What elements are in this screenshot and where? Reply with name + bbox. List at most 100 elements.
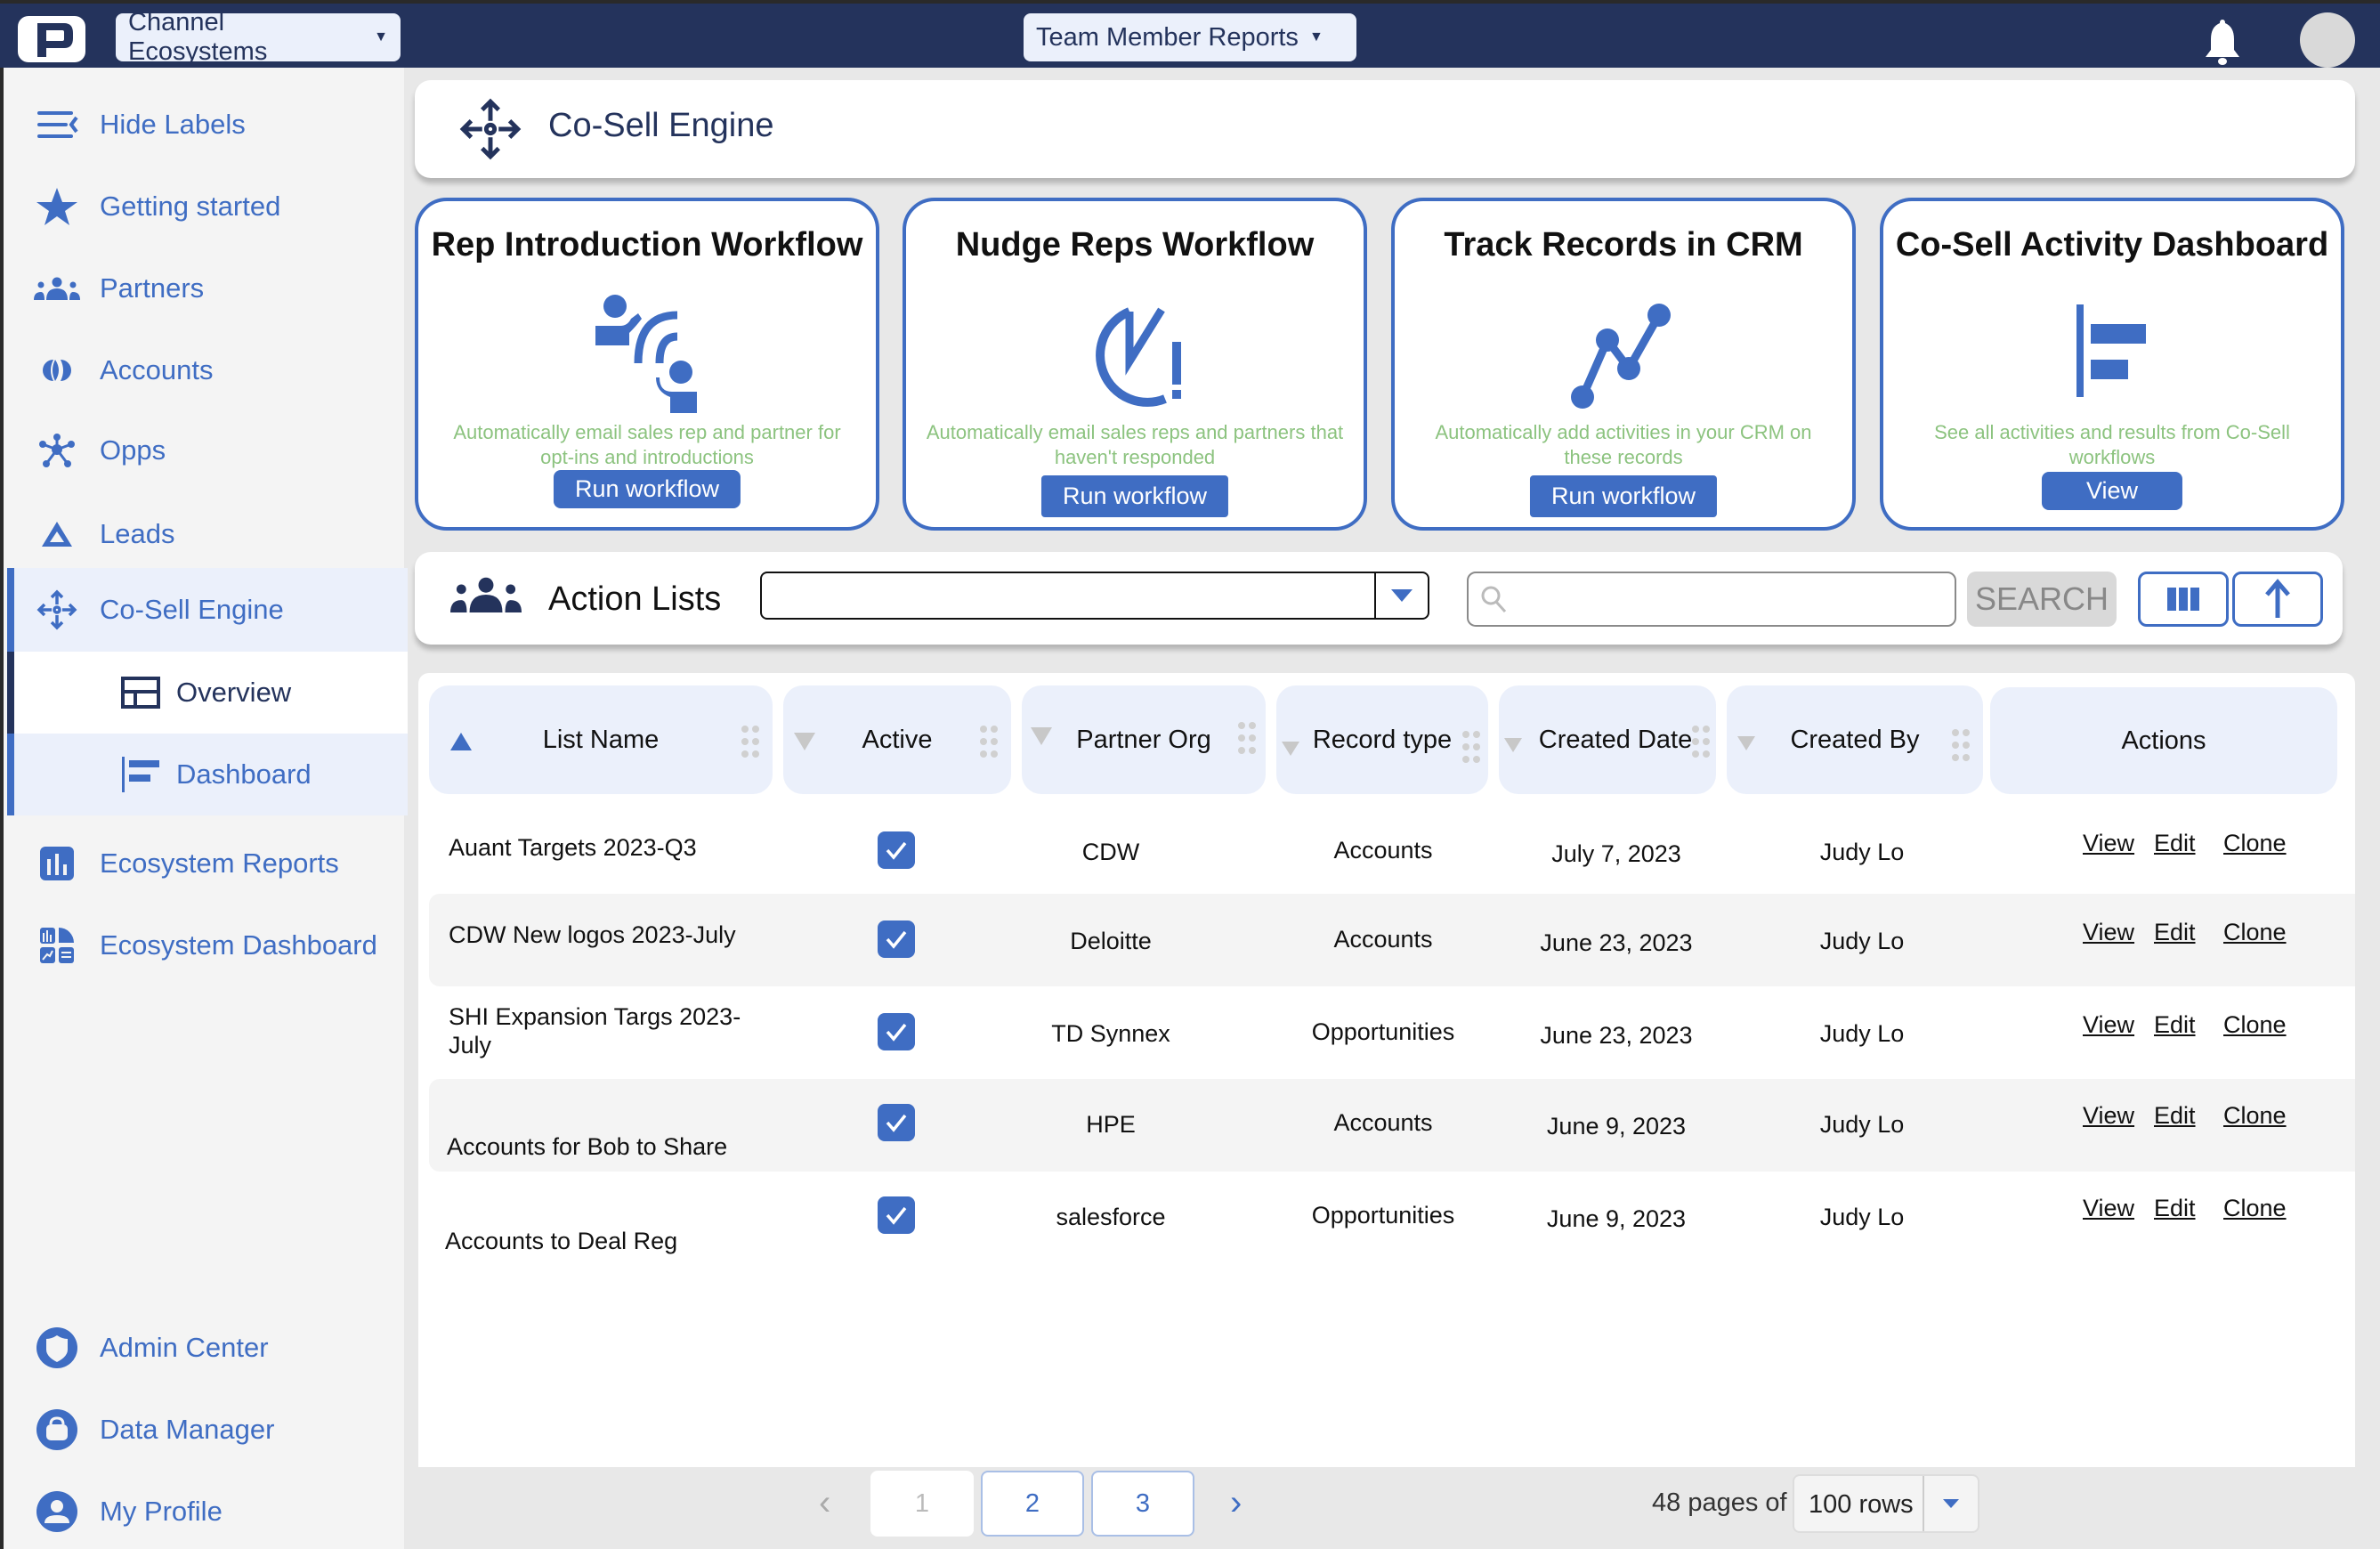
active-checkbox[interactable] [878,920,915,958]
column-header-active[interactable]: Active [783,685,1011,794]
export-button[interactable] [2232,572,2323,627]
card-description: Automatically add activities in your CRM… [1435,421,1812,468]
column-header-partner-org[interactable]: Partner Org [1022,685,1266,794]
clone-link[interactable]: Clone [2223,1195,2287,1222]
view-link[interactable]: View [2083,1195,2134,1222]
report-select[interactable]: Team Member Reports ▼ [1024,13,1356,61]
sidebar-item-ecosystem-dashboard[interactable]: Ecosystem Dashboard [7,904,408,986]
edit-link[interactable]: Edit [2154,1195,2196,1222]
active-checkbox[interactable] [878,1104,915,1141]
clone-link[interactable]: Clone [2223,1102,2287,1130]
page-button-1[interactable]: 1 [870,1471,974,1537]
page-title: Co-Sell Engine [548,107,774,144]
sidebar-item-dashboard[interactable]: Dashboard [7,734,408,815]
active-checkbox[interactable] [878,1196,915,1234]
briefcase-icon [34,1407,80,1453]
sidebar-item-label: Ecosystem Dashboard [100,929,377,961]
list-name-cell[interactable]: Accounts to Deal Reg [445,1227,739,1255]
list-name-cell[interactable]: CDW New logos 2023-July [449,920,742,949]
sidebar-item-my-profile[interactable]: My Profile [7,1471,408,1549]
run-workflow-button[interactable]: Run workflow [1529,475,1718,517]
sort-descending-icon[interactable] [1502,732,1524,761]
sidebar-item-label: My Profile [100,1496,223,1527]
sidebar-item-getting-started[interactable]: Getting started [7,166,408,247]
drag-handle-icon[interactable] [741,725,760,766]
card-title: Track Records in CRM [1444,226,1803,264]
column-header-actions: Actions [1990,687,2337,794]
sidebar-item-data-manager[interactable]: Data Manager [7,1389,408,1471]
sort-descending-icon[interactable] [1029,725,1054,754]
org-select[interactable]: Channel Ecosystems ▼ [116,8,401,66]
sidebar-item-admin-center[interactable]: Admin Center [7,1307,408,1389]
created-date-cell: June 23, 2023 [1540,929,1693,956]
drag-handle-icon[interactable] [979,725,999,766]
view-link[interactable]: View [2083,1102,2134,1130]
bell-icon[interactable] [2198,16,2246,66]
search-input[interactable] [1467,572,1956,627]
edit-link[interactable]: Edit [2154,1011,2196,1039]
active-checkbox[interactable] [878,831,915,869]
sidebar-item-leads[interactable]: Leads [7,493,408,575]
line-chart-icon [1561,294,1686,418]
sidebar-item-hide-labels[interactable]: Hide Labels [7,84,408,166]
column-header-label: Record type [1312,725,1453,754]
sort-descending-icon[interactable] [1736,730,1757,759]
clone-link[interactable]: Clone [2223,919,2287,946]
view-link[interactable]: View [2083,1011,2134,1039]
sidebar-item-opps[interactable]: Opps [7,410,408,491]
sidebar-item-label: Getting started [100,191,281,222]
action-list-select[interactable] [760,572,1429,620]
columns-button[interactable] [2138,572,2229,627]
drag-handle-icon[interactable] [1461,730,1481,771]
column-header-created-by[interactable]: Created By [1727,685,1983,794]
run-workflow-button[interactable]: Run workflow [1040,475,1229,517]
sidebar-item-ecosystem-reports[interactable]: Ecosystem Reports [7,823,408,904]
list-name-cell[interactable]: Auant Targets 2023-Q3 [449,833,742,862]
table-row: Accounts to Deal Reg salesforce Opportun… [429,1172,2355,1264]
sidebar-item-co-sell-engine[interactable]: Co-Sell Engine [7,568,408,652]
page-button-3[interactable]: 3 [1091,1471,1194,1537]
created-date-cell: June 9, 2023 [1546,1205,1687,1232]
sort-descending-icon[interactable] [792,730,817,759]
edit-link[interactable]: Edit [2154,919,2196,946]
edit-link[interactable]: Edit [2154,830,2196,857]
run-workflow-button[interactable]: Run workflow [553,470,741,508]
column-header-record-type[interactable]: Record type [1276,685,1488,794]
column-header-list-name[interactable]: List Name [429,685,773,794]
chevron-down-icon[interactable] [1374,573,1428,618]
sort-ascending-icon[interactable] [449,730,474,759]
app-logo[interactable] [18,16,85,62]
org-select-value: Channel Ecosystems [128,8,268,66]
sidebar-item-accounts[interactable]: Accounts [7,329,408,411]
next-page-button[interactable]: › [1230,1483,1242,1523]
search-button[interactable]: SEARCH [1967,572,2117,627]
card-title: Nudge Reps Workflow [955,226,1315,264]
user-avatar[interactable] [2300,12,2355,68]
columns-icon [2167,588,2199,611]
edit-link[interactable]: Edit [2154,1102,2196,1130]
sidebar-item-overview[interactable]: Overview [7,652,408,734]
leads-icon [34,511,80,557]
page-button-2[interactable]: 2 [981,1471,1084,1537]
active-checkbox[interactable] [878,1013,915,1050]
report-select-value: Team Member Reports [1036,22,1299,52]
column-header-label: Actions [2121,726,2206,755]
sort-descending-icon[interactable] [1280,735,1301,765]
previous-page-button[interactable]: ‹ [819,1483,830,1523]
column-header-created-date[interactable]: Created Date [1499,685,1716,794]
rows-per-page-select[interactable]: 100 rows [1793,1474,1979,1533]
drag-handle-icon[interactable] [1237,721,1257,762]
clone-link[interactable]: Clone [2223,830,2287,857]
list-name-cell[interactable]: SHI Expansion Targs 2023-July [449,1002,742,1059]
sidebar-item-partners[interactable]: Partners [7,247,408,329]
drag-handle-icon[interactable] [1691,725,1711,766]
list-name-cell[interactable]: Accounts for Bob to Share [447,1132,741,1161]
view-link[interactable]: View [2083,919,2134,946]
drag-handle-icon[interactable] [1951,728,1971,769]
view-dashboard-button[interactable]: View [2041,472,2183,510]
created-by-cell: Judy Lo [1819,839,1905,865]
sidebar-item-label: Dashboard [176,758,312,790]
view-link[interactable]: View [2083,830,2134,857]
clone-link[interactable]: Clone [2223,1011,2287,1039]
card-track-records-in-crm: Track Records in CRM Automatically add a… [1391,198,1856,531]
